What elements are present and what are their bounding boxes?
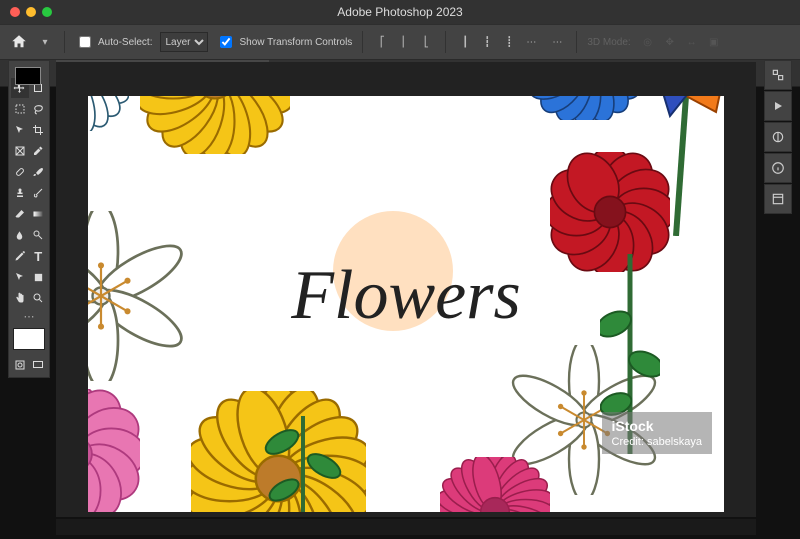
screenmode-tool[interactable] xyxy=(30,355,48,375)
heal-tool[interactable] xyxy=(11,162,29,182)
eraser-tool[interactable] xyxy=(11,204,29,224)
frame-tool[interactable] xyxy=(11,141,29,161)
flower-lily-left xyxy=(88,211,186,381)
watermark: iStock Credit: sabelskaya xyxy=(602,412,713,454)
home-icon[interactable] xyxy=(10,33,28,51)
brush-tool[interactable] xyxy=(30,162,48,182)
quickmask-tool[interactable] xyxy=(11,355,29,375)
app-title: Adobe Photoshop 2023 xyxy=(0,5,800,19)
flower-cornflower-blue xyxy=(527,96,642,120)
toolbox: » T ⋯ xyxy=(8,60,50,378)
type-tool[interactable]: T xyxy=(30,246,48,266)
dist-top-icon[interactable]: ┃ xyxy=(456,33,474,51)
crop-tool[interactable] xyxy=(30,120,48,140)
canvas-area: Flowers iStock Credit: sabelskaya xyxy=(56,62,756,517)
auto-select-label: Auto-Select: xyxy=(98,37,152,48)
adjust-panel-icon[interactable] xyxy=(764,122,792,152)
blur-tool[interactable] xyxy=(11,225,29,245)
auto-select-checkbox[interactable]: Auto-Select: xyxy=(75,33,152,51)
flower-daisy-white xyxy=(88,96,129,131)
titlebar: Adobe Photoshop 2023 xyxy=(0,0,800,24)
eyedropper-tool[interactable] xyxy=(30,141,48,161)
show-transform-label: Show Transform Controls xyxy=(239,37,352,48)
workspace-menu-icon[interactable]: ▾ xyxy=(36,33,54,51)
canvas[interactable]: Flowers iStock Credit: sabelskaya xyxy=(88,96,724,512)
background-swatch[interactable] xyxy=(15,67,41,85)
libraries-panel-icon[interactable] xyxy=(764,184,792,214)
artwork: Flowers iStock Credit: sabelskaya xyxy=(88,96,724,512)
info-panel-icon[interactable] xyxy=(764,153,792,183)
color-panel-icon[interactable] xyxy=(764,60,792,90)
history-brush-tool[interactable] xyxy=(30,183,48,203)
align-left-icon[interactable]: ⎡ xyxy=(373,33,391,51)
lasso-tool[interactable] xyxy=(30,99,48,119)
leaf-sprig xyxy=(258,406,348,512)
watermark-credit: Credit: sabelskaya xyxy=(612,436,703,448)
watermark-brand: iStock xyxy=(612,418,703,434)
dolly-icon: ↔ xyxy=(683,33,701,51)
more-align-icon[interactable]: ⋯ xyxy=(548,33,566,51)
pan-icon: ✥ xyxy=(661,33,679,51)
flower-rose-pink-bottom xyxy=(88,389,140,512)
path-tool[interactable] xyxy=(11,267,29,287)
flower-sunflower-top xyxy=(140,96,290,154)
artwork-title: Flowers xyxy=(291,256,520,336)
dist-horiz-icon[interactable]: ⋯ xyxy=(522,33,540,51)
bird-of-paradise xyxy=(636,96,724,236)
auto-select-target[interactable]: Layer xyxy=(160,32,208,52)
gradient-tool[interactable] xyxy=(30,204,48,224)
distribute-group: ┃ ┇ ┋ ⋯ xyxy=(456,33,540,51)
status-bar xyxy=(56,519,756,535)
shape-tool[interactable] xyxy=(30,267,48,287)
color-swatches[interactable] xyxy=(11,324,47,354)
zoom-tool[interactable] xyxy=(30,288,48,308)
marquee-tool[interactable] xyxy=(11,99,29,119)
align-group: ⎡ ⎢ ⎣ xyxy=(373,33,435,51)
options-bar: ▾ Auto-Select: Layer Show Transform Cont… xyxy=(0,24,800,60)
stamp-tool[interactable] xyxy=(11,183,29,203)
align-right-icon[interactable]: ⎣ xyxy=(417,33,435,51)
dist-bot-icon[interactable]: ┋ xyxy=(500,33,518,51)
hand-tool[interactable] xyxy=(11,288,29,308)
orbit-icon: ◎ xyxy=(639,33,657,51)
dist-mid-icon[interactable]: ┇ xyxy=(478,33,496,51)
dodge-tool[interactable] xyxy=(30,225,48,245)
show-transform-checkbox[interactable]: Show Transform Controls xyxy=(216,33,352,51)
align-center-icon[interactable]: ⎢ xyxy=(395,33,413,51)
edit-toolbar-icon[interactable]: ⋯ xyxy=(11,309,47,323)
quick-select-tool[interactable] xyxy=(11,120,29,140)
flower-gerbera-bottom xyxy=(440,457,550,512)
threeD-label: 3D Mode: xyxy=(587,37,630,48)
right-panel-dock xyxy=(764,60,792,214)
play-panel-icon[interactable] xyxy=(764,91,792,121)
camera-icon: ▣ xyxy=(705,33,723,51)
pen-tool[interactable] xyxy=(11,246,29,266)
foreground-swatch[interactable] xyxy=(13,328,45,350)
threeD-group: ◎ ✥ ↔ ▣ xyxy=(639,33,723,51)
